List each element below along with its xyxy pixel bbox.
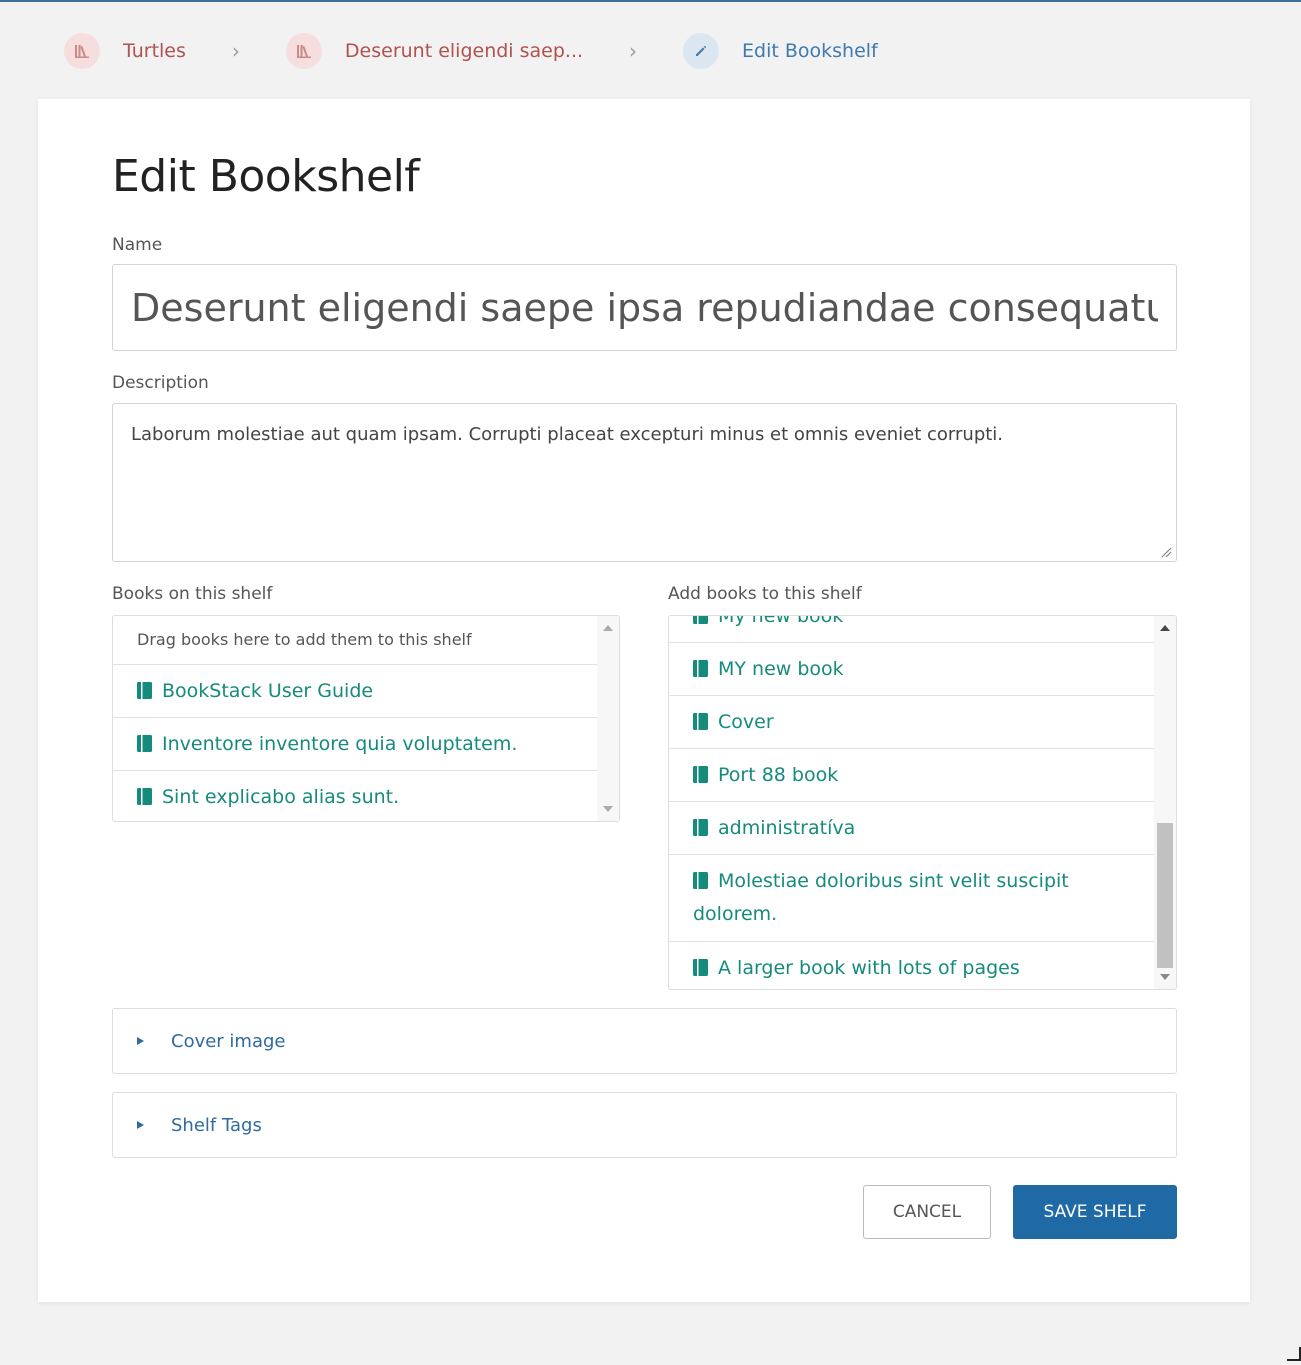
name-input[interactable] (112, 264, 1177, 351)
book-title: MY new book (718, 658, 844, 680)
chevron-right-icon: › (629, 39, 638, 63)
scrollbar[interactable] (1154, 616, 1176, 989)
book-icon (693, 660, 708, 677)
book-icon (693, 616, 708, 624)
description-label: Description (112, 373, 209, 393)
book-icon (137, 735, 152, 752)
book-title: Molestiae doloribus sint velit suscipit … (693, 870, 1069, 925)
shelf-books-list[interactable]: Drag books here to add them to this shel… (112, 615, 620, 822)
description-textarea[interactable]: Laborum molestiae aut quam ipsam. Corrup… (112, 403, 1177, 562)
scrollbar-thumb[interactable] (1157, 823, 1173, 968)
breadcrumb: Turtles › Deserunt eligendi saep... › Ed… (64, 32, 878, 70)
book-title: Cover (718, 711, 774, 733)
book-icon (693, 766, 708, 783)
shelf-tags-label: Shelf Tags (171, 1114, 262, 1136)
scroll-up-arrow-icon[interactable] (603, 625, 613, 631)
list-item[interactable]: BookStack User Guide (113, 665, 597, 718)
pencil-icon (683, 33, 720, 69)
breadcrumb-label: Edit Bookshelf (742, 40, 878, 62)
list-item[interactable]: Cover (669, 696, 1154, 749)
scroll-down-arrow-icon[interactable] (1160, 974, 1170, 980)
resize-handle-icon[interactable] (1160, 546, 1172, 558)
book-title: BookStack User Guide (162, 680, 374, 702)
available-books-list[interactable]: My new book MY new book Cover Port 88 bo… (668, 615, 1177, 990)
breadcrumb-item-edit[interactable]: Edit Bookshelf (683, 33, 878, 69)
cancel-button[interactable]: CANCEL (863, 1185, 991, 1239)
shelf-tags-section-toggle[interactable]: Shelf Tags (112, 1092, 1177, 1158)
book-icon (137, 682, 152, 699)
list-item[interactable]: A larger book with lots of pages (669, 942, 1154, 989)
list-item[interactable]: Inventore inventore quia voluptatem. (113, 718, 597, 771)
cursor-corner-mark (1287, 1347, 1301, 1361)
book-icon (693, 872, 708, 889)
caret-right-icon (137, 1121, 144, 1129)
book-icon (693, 819, 708, 836)
book-title: A larger book with lots of pages (718, 957, 1020, 979)
list-item[interactable]: Sint explicabo alias sunt. (113, 771, 597, 821)
book-title: My new book (718, 616, 844, 627)
list-item[interactable]: My new book (669, 616, 1154, 643)
list-item[interactable]: Molestiae doloribus sint velit suscipit … (669, 855, 1154, 942)
list-item[interactable]: MY new book (669, 643, 1154, 696)
book-icon (693, 959, 708, 976)
edit-bookshelf-card: Edit Bookshelf Name Description Laborum … (38, 99, 1250, 1302)
bookshelf-icon (285, 33, 322, 69)
book-icon (137, 788, 152, 805)
breadcrumb-label: Deserunt eligendi saep... (344, 40, 584, 62)
book-icon (693, 713, 708, 730)
book-title: administratíva (718, 817, 856, 839)
cover-image-label: Cover image (171, 1030, 286, 1052)
name-label: Name (112, 235, 163, 255)
breadcrumb-item-shelves[interactable]: Turtles (64, 33, 186, 69)
top-accent-line (0, 0, 1301, 2)
scrollbar[interactable] (597, 616, 619, 821)
list-item[interactable]: Port 88 book (669, 749, 1154, 802)
add-books-label: Add books to this shelf (668, 584, 862, 604)
shelf-books-label: Books on this shelf (112, 584, 273, 604)
book-title: Port 88 book (718, 764, 839, 786)
chevron-right-icon: › (231, 39, 240, 63)
cover-image-section-toggle[interactable]: Cover image (112, 1008, 1177, 1074)
breadcrumb-label: Turtles (123, 40, 186, 62)
page-title: Edit Bookshelf (112, 151, 420, 202)
drag-hint: Drag books here to add them to this shel… (113, 616, 597, 665)
save-shelf-button[interactable]: SAVE SHELF (1013, 1185, 1177, 1239)
list-item[interactable]: administratíva (669, 802, 1154, 855)
bookshelf-icon (64, 33, 100, 69)
book-title: Inventore inventore quia voluptatem. (162, 733, 518, 755)
book-title: Sint explicabo alias sunt. (162, 786, 400, 808)
scroll-up-arrow-icon[interactable] (1160, 625, 1170, 631)
breadcrumb-item-shelf[interactable]: Deserunt eligendi saep... (285, 33, 584, 69)
caret-right-icon (137, 1037, 144, 1045)
scroll-down-arrow-icon[interactable] (603, 806, 613, 812)
